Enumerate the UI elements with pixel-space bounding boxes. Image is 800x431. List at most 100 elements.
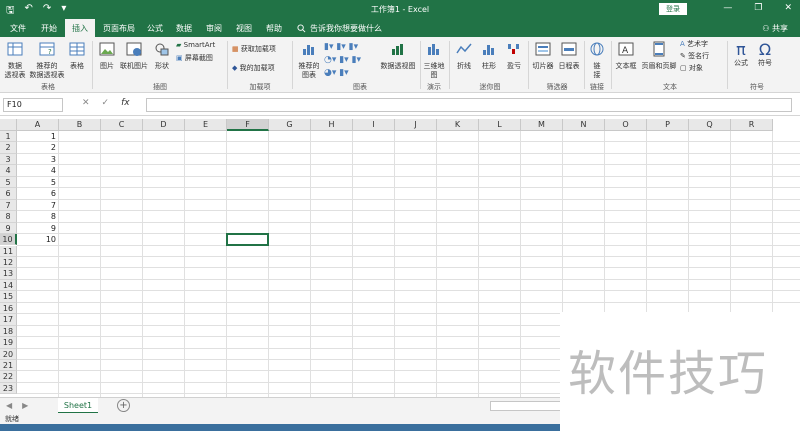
row-header-23[interactable]: 23: [0, 382, 17, 395]
cell-A8[interactable]: 8: [16, 211, 56, 222]
enter-icon[interactable]: ✓: [102, 98, 110, 108]
column-header-D[interactable]: D: [143, 119, 185, 131]
pie-chart-icon[interactable]: ◕▾ ▮▾: [324, 67, 374, 80]
shapes-button[interactable]: 形状: [151, 41, 173, 71]
column-header-F[interactable]: F: [227, 119, 269, 131]
column-header-R[interactable]: R: [731, 119, 773, 131]
tab-data[interactable]: 数据: [176, 23, 192, 34]
column-header-L[interactable]: L: [479, 119, 521, 131]
link-button[interactable]: 链 接: [587, 41, 607, 80]
tab-review[interactable]: 审阅: [206, 23, 222, 34]
row-header-9[interactable]: 9: [0, 222, 17, 235]
column-header-O[interactable]: O: [605, 119, 647, 131]
picture-button[interactable]: 图片: [97, 41, 117, 71]
row-header-22[interactable]: 22: [0, 371, 17, 383]
my-addins-button[interactable]: ◆ 我的加载项: [232, 64, 292, 73]
cell-A6[interactable]: 6: [16, 188, 56, 199]
row-header-19[interactable]: 19: [0, 337, 17, 349]
pivot-table-button[interactable]: 数据 透视表: [3, 41, 27, 80]
sparkline-column-button[interactable]: 柱形: [478, 41, 500, 71]
insert-function-icon[interactable]: fx: [121, 98, 130, 108]
screenshot-button[interactable]: ▣ 屏幕截图: [176, 54, 226, 63]
column-header-J[interactable]: J: [395, 119, 437, 131]
row-header-16[interactable]: 16: [0, 302, 17, 315]
row-header-11[interactable]: 11: [0, 245, 17, 257]
3d-map-button[interactable]: 三维地 图: [423, 41, 445, 80]
tell-me-box[interactable]: 告诉我你想要做什么: [297, 23, 382, 34]
signature-line-button[interactable]: ✎ 签名行: [680, 52, 726, 61]
cell-A1[interactable]: 1: [16, 131, 56, 142]
row-header-1[interactable]: 1: [0, 131, 17, 143]
name-box[interactable]: F10: [3, 98, 63, 112]
column-header-H[interactable]: H: [311, 119, 353, 131]
column-chart-icon[interactable]: ▮▾ ▮▾ ▮▾: [324, 41, 374, 54]
add-sheet-button[interactable]: +: [117, 399, 130, 412]
pivot-chart-button[interactable]: 数据透视图: [379, 41, 417, 71]
column-header-B[interactable]: B: [59, 119, 101, 131]
tab-view[interactable]: 视图: [236, 23, 252, 34]
selected-cell-F10[interactable]: [226, 233, 269, 247]
tab-insert[interactable]: 插入: [65, 19, 95, 37]
prev-sheet-icon[interactable]: ◀: [6, 401, 12, 410]
tab-page-layout[interactable]: 页面布局: [103, 23, 135, 34]
row-header-15[interactable]: 15: [0, 291, 17, 303]
column-header-I[interactable]: I: [353, 119, 395, 131]
smartart-button[interactable]: ▰ SmartArt: [176, 41, 224, 50]
cell-A10[interactable]: 10: [16, 234, 56, 245]
recommended-pivot-button[interactable]: ? 推荐的 数据透视表: [29, 41, 65, 80]
column-header-M[interactable]: M: [521, 119, 563, 131]
column-header-E[interactable]: E: [185, 119, 227, 131]
equation-button[interactable]: π 公式: [730, 41, 752, 68]
cell-A7[interactable]: 7: [16, 200, 56, 211]
row-header-8[interactable]: 8: [0, 211, 17, 223]
cancel-icon[interactable]: ✕: [82, 98, 90, 108]
column-header-K[interactable]: K: [437, 119, 479, 131]
tab-help[interactable]: 帮助: [266, 23, 282, 34]
minimize-button[interactable]: —: [723, 3, 732, 13]
wordart-button[interactable]: A 艺术字: [680, 40, 726, 49]
row-header-13[interactable]: 13: [0, 268, 17, 280]
row-header-10[interactable]: 10: [0, 234, 17, 246]
tab-formulas[interactable]: 公式: [147, 23, 163, 34]
column-header-A[interactable]: A: [17, 119, 59, 131]
column-header-G[interactable]: G: [269, 119, 311, 131]
sparkline-winloss-button[interactable]: 盈亏: [503, 41, 525, 71]
get-addins-button[interactable]: ▦ 获取加载项: [232, 45, 292, 54]
login-button[interactable]: 登录: [659, 3, 687, 15]
symbol-button[interactable]: Ω 符号: [754, 41, 776, 68]
row-header-4[interactable]: 4: [0, 165, 17, 177]
cell-A9[interactable]: 9: [16, 223, 56, 234]
cell-A4[interactable]: 4: [16, 165, 56, 176]
tab-file[interactable]: 文件: [10, 23, 26, 34]
cell-A2[interactable]: 2: [16, 142, 56, 153]
row-header-17[interactable]: 17: [0, 314, 17, 326]
sparkline-line-button[interactable]: 折线: [453, 41, 475, 71]
row-header-7[interactable]: 7: [0, 199, 17, 212]
cell-A3[interactable]: 3: [16, 154, 56, 165]
row-header-21[interactable]: 21: [0, 360, 17, 372]
row-header-3[interactable]: 3: [0, 153, 17, 166]
recommended-charts-button[interactable]: 推荐的 图表: [297, 41, 321, 80]
timeline-button[interactable]: 日程表: [557, 41, 581, 71]
object-button[interactable]: ▢ 对象: [680, 64, 726, 73]
column-header-P[interactable]: P: [647, 119, 689, 131]
formula-input[interactable]: [146, 98, 792, 112]
row-header-18[interactable]: 18: [0, 325, 17, 338]
sheet-tab-sheet1[interactable]: Sheet1: [58, 398, 98, 414]
column-header-Q[interactable]: Q: [689, 119, 731, 131]
next-sheet-icon[interactable]: ▶: [22, 401, 28, 410]
line-chart-icon[interactable]: ◔▾ ▮▾ ▮▾: [324, 54, 374, 67]
textbox-button[interactable]: A 文本框: [614, 41, 638, 71]
cell-A5[interactable]: 5: [16, 177, 56, 188]
select-all-corner[interactable]: [0, 119, 17, 131]
row-header-20[interactable]: 20: [0, 348, 17, 360]
restore-button[interactable]: ❐: [754, 3, 762, 13]
close-button[interactable]: ✕: [784, 3, 792, 13]
online-picture-button[interactable]: 联机图片: [119, 41, 149, 71]
row-header-12[interactable]: 12: [0, 256, 17, 269]
share-button[interactable]: ⚇ 共享: [762, 23, 788, 34]
column-header-N[interactable]: N: [563, 119, 605, 131]
row-header-6[interactable]: 6: [0, 188, 17, 200]
row-header-5[interactable]: 5: [0, 176, 17, 189]
tab-home[interactable]: 开始: [41, 23, 57, 34]
